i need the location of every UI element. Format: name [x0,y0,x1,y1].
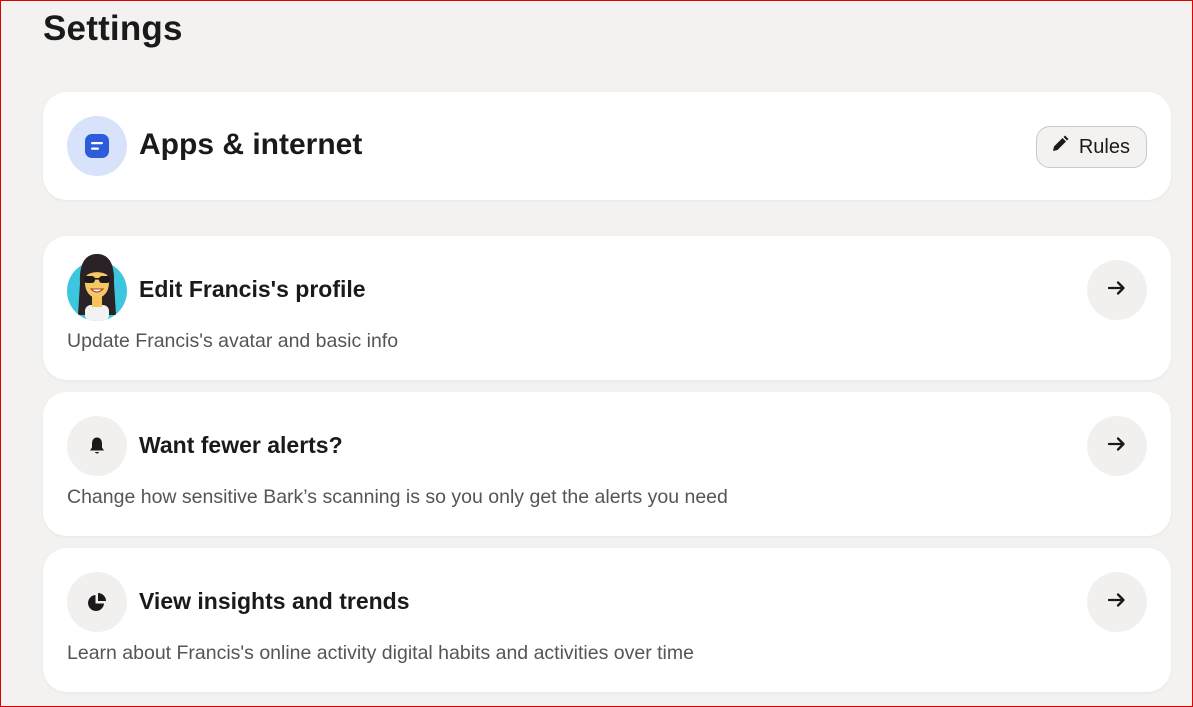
apps-internet-title: Apps & internet [139,128,363,161]
rules-button[interactable]: Rules [1035,126,1147,168]
settings-page: Settings Apps & internet Rules Edit Fran… [0,0,1193,707]
document-icon [67,116,127,176]
pie-chart-icon [67,572,127,632]
edit-profile-card[interactable]: Edit Francis's profile Update Francis's … [43,236,1171,380]
arrow-right-icon [1107,590,1127,615]
insights-trends-title: View insights and trends [139,588,410,614]
edit-profile-description: Update Francis's avatar and basic info [67,330,399,352]
insights-trends-description: Learn about Francis's online activity di… [67,642,694,664]
fewer-alerts-card[interactable]: Want fewer alerts? Change how sensitive … [43,392,1171,536]
avatar [67,253,127,321]
fewer-alerts-arrow-button[interactable] [1087,416,1147,476]
pencil-icon [1051,135,1069,159]
apps-internet-card: Apps & internet Rules [43,92,1171,200]
edit-profile-arrow-button[interactable] [1087,260,1147,320]
edit-profile-title: Edit Francis's profile [139,276,366,302]
fewer-alerts-title: Want fewer alerts? [139,432,343,458]
insights-trends-arrow-button[interactable] [1087,572,1147,632]
fewer-alerts-description: Change how sensitive Bark’s scanning is … [67,486,728,508]
arrow-right-icon [1107,278,1127,303]
arrow-right-icon [1107,434,1127,459]
insights-trends-card[interactable]: View insights and trends Learn about Fra… [43,548,1171,692]
page-title: Settings [43,9,183,48]
bell-icon [67,416,127,476]
rules-button-label: Rules [1078,135,1130,158]
